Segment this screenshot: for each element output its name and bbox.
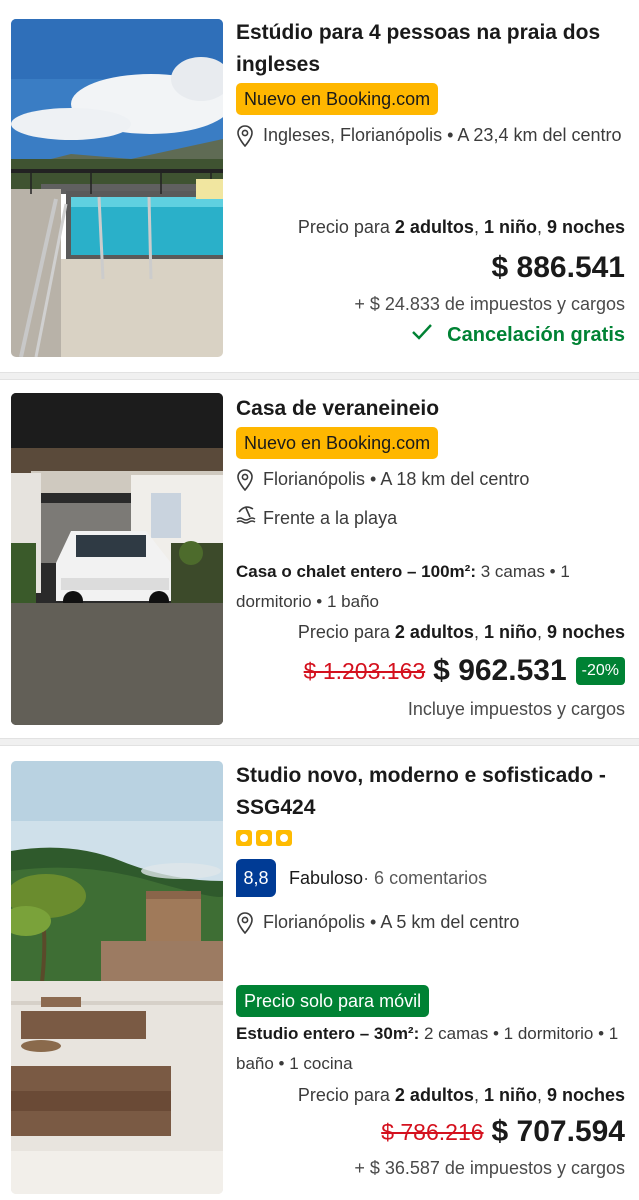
property-card[interactable]: Casa de veraneineio Nuevo en Booking.com… xyxy=(0,380,639,738)
map-pin-icon xyxy=(236,465,258,500)
property-card[interactable]: Estúdio para 4 pessoas na praia dos ingl… xyxy=(0,0,639,372)
original-price: $ 1.203.163 xyxy=(303,657,426,684)
property-title[interactable]: Estúdio para 4 pessoas na praia dos ingl… xyxy=(236,17,625,81)
divider xyxy=(0,372,639,380)
original-price: $ 786.216 xyxy=(381,1118,484,1145)
price: $ 886.541 xyxy=(491,251,625,284)
beachfront-text: Frente a la playa xyxy=(263,508,398,528)
star-icon xyxy=(256,830,272,846)
property-card[interactable]: Studio novo, moderno e sofisticado - SSG… xyxy=(0,746,639,1200)
price-for-prefix: Precio para xyxy=(297,622,395,642)
property-title[interactable]: Studio novo, moderno e sofisticado - SSG… xyxy=(236,760,625,824)
beachfront: Frente a la playa xyxy=(236,504,625,533)
star-rating xyxy=(236,830,625,846)
property-title[interactable]: Casa de veraneineio xyxy=(236,393,625,425)
free-cancellation: Cancelación gratis xyxy=(236,319,625,351)
star-icon xyxy=(276,830,292,846)
property-photo[interactable] xyxy=(11,761,223,1194)
price: $ 707.594 xyxy=(491,1115,625,1148)
child-count: 1 niño xyxy=(483,622,537,642)
map-pin-icon xyxy=(236,908,258,943)
location-text: Florianópolis • A 5 km del centro xyxy=(263,912,520,932)
nights-count: 9 noches xyxy=(546,1085,625,1105)
beach-umbrella-icon xyxy=(236,504,258,533)
child-count: 1 niño xyxy=(483,1085,537,1105)
new-on-booking-badge: Nuevo en Booking.com xyxy=(236,83,439,115)
taxes-text: + $ 36.587 de impuestos y cargos xyxy=(354,1158,625,1178)
adults-count: 2 adultos xyxy=(394,1085,474,1105)
location-text: Florianópolis • A 18 km del centro xyxy=(263,469,530,489)
price-for-label: Precio para 2 adultos, 1 niño, 9 noches xyxy=(297,217,625,237)
price: $ 962.531 xyxy=(433,654,567,687)
location: Ingleses, Florianópolis • A 23,4 km del … xyxy=(236,121,625,156)
location-text: Ingleses, Florianópolis • A 23,4 km del … xyxy=(263,125,622,145)
new-on-booking-badge: Nuevo en Booking.com xyxy=(236,427,439,459)
property-photo[interactable] xyxy=(11,393,223,725)
price-for-prefix: Precio para xyxy=(297,1085,395,1105)
unit-type: Estudio entero – 30m²: xyxy=(236,1024,420,1043)
check-icon xyxy=(411,319,433,351)
unit-description: Casa o chalet entero – 100m²: 3 camas • … xyxy=(236,557,625,617)
map-pin-icon xyxy=(236,121,258,156)
unit-type: Casa o chalet entero – 100m²: xyxy=(236,562,476,581)
price-for-prefix: Precio para xyxy=(297,217,395,237)
adults-count: 2 adultos xyxy=(394,217,474,237)
property-photo[interactable] xyxy=(11,19,223,357)
mobile-only-price-badge: Precio solo para móvil xyxy=(236,985,430,1017)
nights-count: 9 noches xyxy=(546,622,625,642)
unit-description: Estudio entero – 30m²: 2 camas • 1 dormi… xyxy=(236,1019,625,1079)
free-cancellation-label: Cancelación gratis xyxy=(447,324,625,346)
location: Florianópolis • A 18 km del centro xyxy=(236,465,625,500)
review-score-badge: 8,8 xyxy=(236,859,276,897)
nights-count: 9 noches xyxy=(546,217,625,237)
price-for-label: Precio para 2 adultos, 1 niño, 9 noches xyxy=(297,1085,625,1105)
child-count: 1 niño xyxy=(483,217,537,237)
star-icon xyxy=(236,830,252,846)
discount-badge: -20% xyxy=(575,657,625,685)
review-summary[interactable]: 8,8 Fabuloso · 6 comentarios xyxy=(236,859,625,897)
divider xyxy=(0,738,639,746)
adults-count: 2 adultos xyxy=(394,622,474,642)
price-for-label: Precio para 2 adultos, 1 niño, 9 noches xyxy=(297,622,625,642)
taxes-text: + $ 24.833 de impuestos y cargos xyxy=(354,294,625,314)
location: Florianópolis • A 5 km del centro xyxy=(236,908,625,943)
taxes-text: Incluye impuestos y cargos xyxy=(407,699,625,719)
review-score-word: Fabuloso xyxy=(289,867,364,888)
review-count: · 6 comentarios xyxy=(363,867,488,888)
